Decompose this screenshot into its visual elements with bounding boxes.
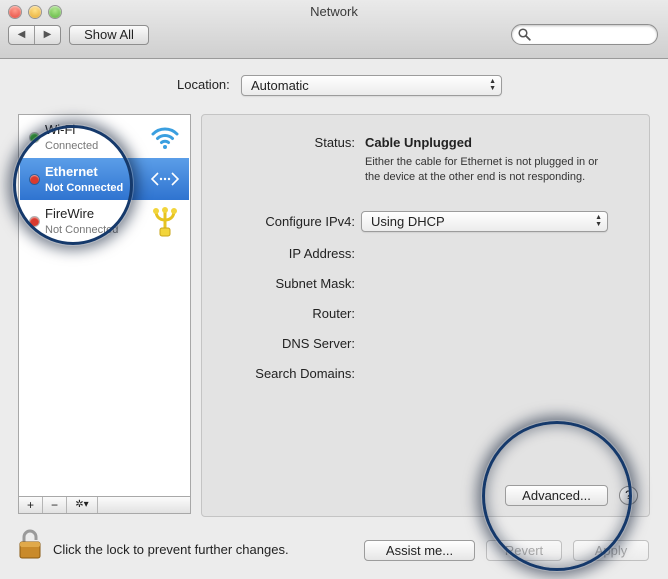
assist-me-button[interactable]: Assist me... xyxy=(364,540,475,561)
service-list-toolbar: + − ✲▾ xyxy=(18,496,191,514)
search-icon xyxy=(518,28,531,41)
back-forward-control: ◀ ▶ xyxy=(8,25,61,45)
zoom-window-button[interactable] xyxy=(49,6,61,18)
minimize-window-button[interactable] xyxy=(29,6,41,18)
ip-address-label: IP Address: xyxy=(288,246,355,261)
firewire-icon xyxy=(153,207,177,237)
lock-message: Click the lock to prevent further change… xyxy=(53,542,289,557)
forward-button[interactable]: ▶ xyxy=(35,26,60,44)
dns-server-label: DNS Server: xyxy=(282,336,355,351)
highlight-ring-advanced xyxy=(482,421,632,571)
wifi-icon xyxy=(151,127,179,149)
configure-ipv4-label: Configure IPv4: xyxy=(265,214,355,229)
highlight-ring-ethernet xyxy=(13,125,133,245)
search-field[interactable] xyxy=(511,24,658,45)
status-label: Status: xyxy=(314,135,355,150)
location-label: Location: xyxy=(177,77,230,92)
configure-ipv4-popup[interactable]: Using DHCP ▲ ▼ xyxy=(361,211,608,232)
location-popup[interactable]: Automatic ▲ ▼ xyxy=(241,75,502,96)
ethernet-icon xyxy=(150,172,180,186)
add-service-button[interactable]: + xyxy=(19,497,43,513)
remove-service-button[interactable]: − xyxy=(43,497,67,513)
status-description: Either the cable for Ethernet is not plu… xyxy=(365,156,598,183)
subnet-mask-label: Subnet Mask: xyxy=(275,276,356,291)
configure-ipv4-value: Using DHCP xyxy=(371,214,445,229)
router-label: Router: xyxy=(312,306,355,321)
back-button[interactable]: ◀ xyxy=(9,26,35,44)
popup-arrows-icon: ▲ ▼ xyxy=(489,78,496,92)
status-value: Cable Unplugged xyxy=(365,135,472,150)
show-all-button[interactable]: Show All xyxy=(69,25,149,45)
search-domains-label: Search Domains: xyxy=(255,366,355,381)
lock-icon[interactable] xyxy=(17,528,43,560)
popup-arrows-icon: ▲ ▼ xyxy=(595,214,602,228)
window-title: Network xyxy=(310,4,358,19)
gear-icon[interactable]: ✲▾ xyxy=(67,497,98,513)
close-window-button[interactable] xyxy=(9,6,21,18)
location-value: Automatic xyxy=(251,78,309,93)
